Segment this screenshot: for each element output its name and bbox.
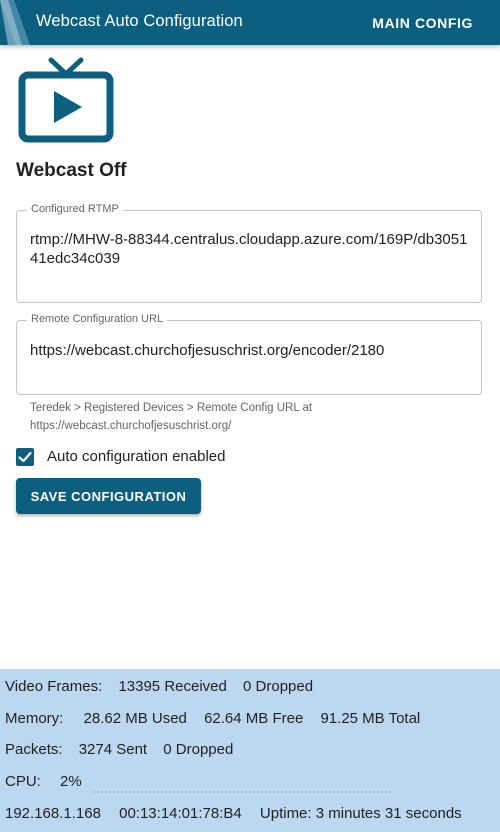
packets-sent: 3274 Sent xyxy=(78,741,148,758)
remote-config-helper-text: Teredek > Registered Devices > Remote Co… xyxy=(30,402,313,432)
ip-address: 192.168.1.168 xyxy=(5,805,101,822)
app-title: Webcast Auto Configuration xyxy=(36,12,243,30)
rtmp-field-value[interactable]: rtmp://MHW-8-88344.centralus.cloudapp.az… xyxy=(30,230,470,268)
cpu-usage-graph xyxy=(93,791,391,793)
video-frames-label: Video Frames: xyxy=(5,678,103,695)
check-icon xyxy=(18,451,32,463)
video-frames-row: Video Frames: 13395 Received 0 Dropped xyxy=(5,678,313,695)
webcast-status-title: Webcast Off xyxy=(16,160,127,181)
auto-config-checkbox[interactable] xyxy=(16,448,34,466)
uptime: Uptime: 3 minutes 31 seconds xyxy=(259,805,462,822)
video-frames-dropped: 0 Dropped xyxy=(243,678,314,695)
memory-free: 62.64 MB Free xyxy=(204,710,304,727)
network-row: 192.168.1.168 00:13:14:01:78:B4 Uptime: … xyxy=(5,805,462,822)
rtmp-field-label: Configured RTMP xyxy=(27,203,123,215)
packets-label: Packets: xyxy=(5,741,63,758)
memory-total: 91.25 MB Total xyxy=(320,710,421,727)
appbar-stripe-decoration xyxy=(0,0,30,45)
packets-row: Packets: 3274 Sent 0 Dropped xyxy=(5,741,233,758)
cpu-value: 2% xyxy=(60,773,82,790)
stats-panel: Video Frames: 13395 Received 0 Dropped M… xyxy=(0,669,500,832)
memory-used: 28.62 MB Used xyxy=(83,710,187,727)
mac-address: 00:13:14:01:78:B4 xyxy=(119,805,242,822)
save-configuration-button[interactable]: SAVE CONFIGURATION xyxy=(16,478,201,514)
main-config-button[interactable]: MAIN CONFIG xyxy=(372,15,473,31)
remote-config-url-label: Remote Configuration URL xyxy=(27,313,168,325)
packets-dropped: 0 Dropped xyxy=(163,741,234,758)
app-bar: Webcast Auto Configuration MAIN CONFIG xyxy=(0,0,500,45)
cpu-label: CPU: xyxy=(5,773,41,790)
tv-play-icon xyxy=(18,57,114,143)
remote-config-url-input[interactable]: https://webcast.churchofjesuschrist.org/… xyxy=(30,341,470,360)
remote-config-url-field[interactable]: Remote Configuration URL https://webcast… xyxy=(16,313,482,395)
video-frames-received: 13395 Received xyxy=(118,678,227,695)
rtmp-field[interactable]: Configured RTMP rtmp://MHW-8-88344.centr… xyxy=(16,203,482,303)
memory-row: Memory: 28.62 MB Used 62.64 MB Free 91.2… xyxy=(5,710,420,727)
cpu-row: CPU: 2% xyxy=(5,773,82,790)
memory-label: Memory: xyxy=(5,710,64,727)
auto-config-label[interactable]: Auto configuration enabled xyxy=(47,448,225,465)
